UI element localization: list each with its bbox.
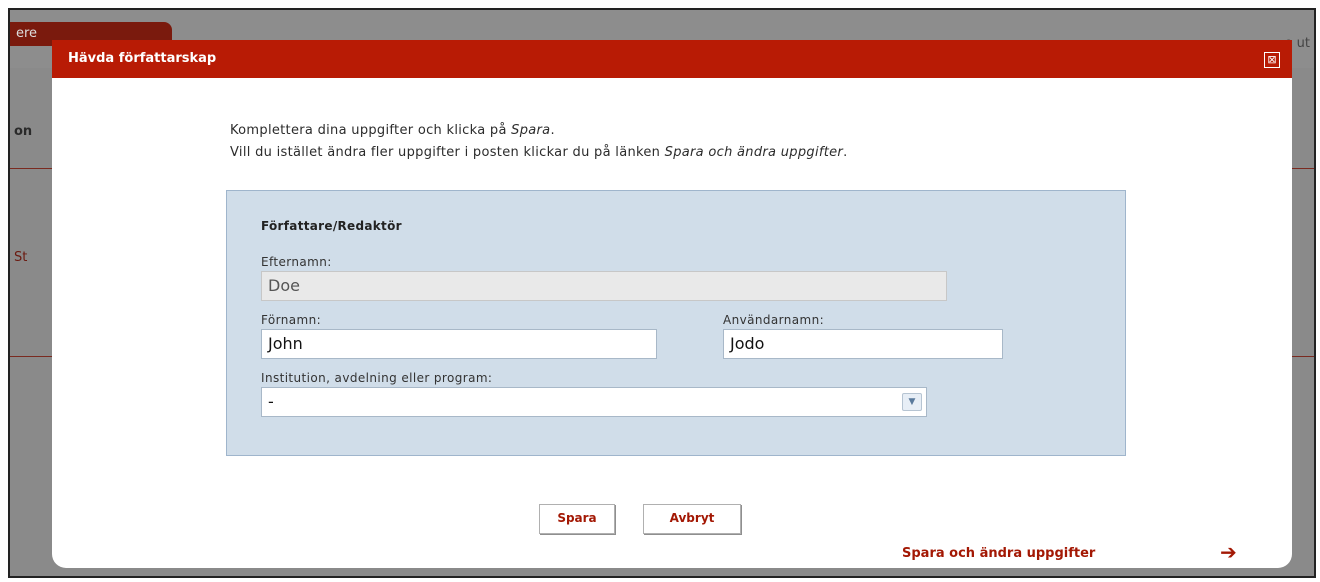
instructions: Komplettera dina uppgifter och klicka på… <box>230 120 848 164</box>
author-form-panel: Författare/Redaktör Efternamn: Doe Förna… <box>226 190 1126 456</box>
username-field[interactable]: Jodo <box>723 329 1003 359</box>
lastname-field: Doe <box>261 271 947 301</box>
claim-authorship-dialog: Hävda författarskap ⊠ Komplettera dina u… <box>52 40 1292 568</box>
username-label: Användarnamn: <box>723 313 825 327</box>
chevron-down-icon[interactable]: ▼ <box>902 393 922 411</box>
background-left-text: on <box>14 124 33 139</box>
background-left-link: St <box>14 250 28 265</box>
cancel-button[interactable]: Avbryt <box>643 504 741 534</box>
screenshot-frame: ere e ut on St Hävda författarskap ⊠ Kom… <box>8 8 1316 578</box>
section-title: Författare/Redaktör <box>261 219 402 233</box>
firstname-field[interactable]: John <box>261 329 657 359</box>
firstname-label: Förnamn: <box>261 313 322 327</box>
save-button[interactable]: Spara <box>539 504 615 534</box>
lastname-label: Efternamn: <box>261 255 332 269</box>
institution-value: - <box>268 392 274 411</box>
institution-select[interactable]: - ▼ <box>261 387 927 417</box>
dialog-header: Hävda författarskap ⊠ <box>52 40 1292 78</box>
instruction-line-1: Komplettera dina uppgifter och klicka på… <box>230 123 555 138</box>
background-tab-text: ere <box>16 26 38 41</box>
institution-label: Institution, avdelning eller program: <box>261 371 493 385</box>
close-icon[interactable]: ⊠ <box>1264 52 1280 68</box>
arrow-right-icon[interactable]: ➔ <box>1220 540 1237 564</box>
save-and-edit-link[interactable]: Spara och ändra uppgifter <box>902 546 1095 561</box>
instruction-line-2: Vill du istället ändra fler uppgifter i … <box>230 145 848 160</box>
dialog-title: Hävda författarskap <box>68 51 217 66</box>
